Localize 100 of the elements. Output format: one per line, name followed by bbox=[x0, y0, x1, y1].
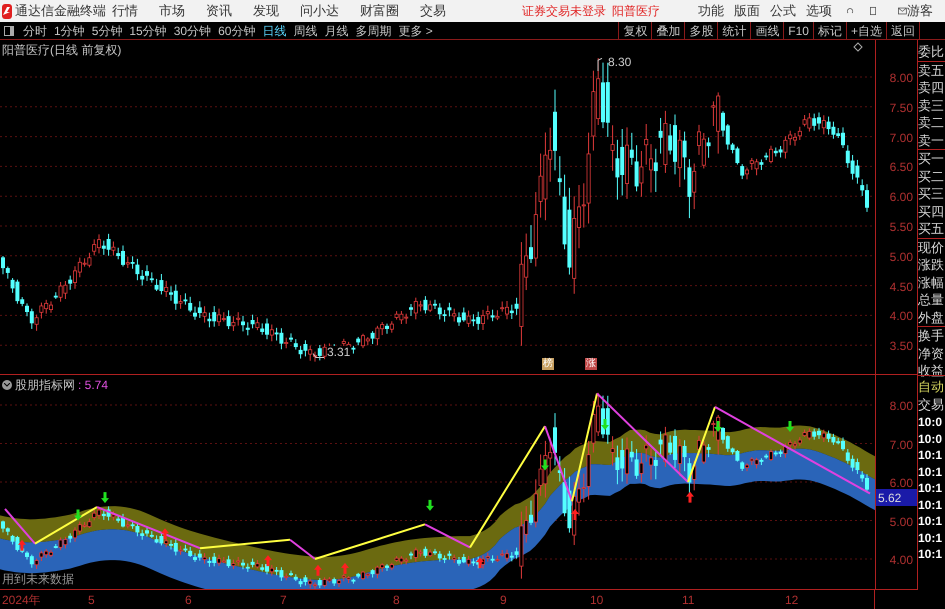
quote-label: 卖五 bbox=[918, 62, 945, 79]
trade-time: 10:1 bbox=[918, 496, 944, 513]
up-arrow-icon bbox=[314, 564, 322, 576]
menu-item[interactable]: 资讯 bbox=[206, 1, 232, 21]
trade-time: 10:1 bbox=[918, 546, 944, 562]
tool-menu[interactable]: 选项 bbox=[806, 1, 832, 21]
up-arrow-icon bbox=[341, 562, 349, 574]
axis-label: 8.00 bbox=[890, 398, 913, 415]
toolbar-button[interactable]: F10 bbox=[783, 22, 813, 39]
date-label: 11 bbox=[682, 592, 694, 609]
date-label: 9 bbox=[500, 592, 507, 609]
toolbar-button[interactable]: 统计 bbox=[717, 22, 750, 39]
tool-menu[interactable]: 版面 bbox=[734, 1, 760, 21]
event-marker[interactable]: 涨 bbox=[585, 358, 597, 370]
trade-time: 10:1 bbox=[918, 447, 944, 464]
menu-item[interactable]: 发现 bbox=[253, 1, 280, 21]
trade-time: 10:1 bbox=[918, 513, 944, 530]
quote-label: 涨跌 bbox=[918, 256, 945, 274]
quote-label: 买一 bbox=[918, 150, 945, 168]
date-label: 2024年 bbox=[2, 592, 41, 609]
leader-line bbox=[312, 353, 324, 358]
tool-menu[interactable]: 公式 bbox=[770, 1, 796, 21]
tool-menu[interactable]: 功能 bbox=[698, 1, 724, 21]
period-tab[interactable]: 日线 bbox=[262, 22, 286, 40]
axis-label: 7.50 bbox=[890, 100, 913, 117]
axis-label: 5.00 bbox=[890, 514, 913, 530]
trade-time: 10:1 bbox=[918, 464, 944, 480]
quote-label: 卖二 bbox=[918, 114, 945, 132]
period-tab[interactable]: 15分钟 bbox=[129, 22, 167, 40]
trade-time: 10:1 bbox=[918, 530, 944, 546]
axis-label: 8.00 bbox=[890, 70, 913, 87]
down-arrow-icon bbox=[786, 420, 794, 432]
period-tab[interactable]: 多周期 bbox=[355, 22, 392, 40]
menu-item[interactable]: 行情 bbox=[112, 1, 138, 21]
period-tab[interactable]: 5分钟 bbox=[92, 22, 122, 40]
date-label: 12 bbox=[785, 592, 798, 609]
up-arrow-icon bbox=[264, 555, 272, 566]
period-tab[interactable]: 周线 bbox=[293, 22, 318, 40]
up-arrow-icon bbox=[571, 508, 579, 520]
quote-label: 买二 bbox=[918, 168, 945, 185]
axis-label: 6.50 bbox=[890, 159, 913, 176]
menu-item[interactable]: 问小达 bbox=[300, 1, 340, 21]
toolbar-button[interactable]: 多股 bbox=[684, 22, 718, 39]
quote-label: 外盘 bbox=[918, 308, 945, 326]
high-price-label: 8.30 bbox=[608, 54, 632, 71]
toolbar-button[interactable]: 返回 bbox=[886, 22, 919, 39]
app-title: 通达信金融终端 bbox=[15, 2, 106, 20]
panel-toggle-icon[interactable] bbox=[4, 26, 14, 36]
quote-label: 卖三 bbox=[918, 96, 945, 114]
period-tab[interactable]: 分时 bbox=[23, 22, 47, 40]
indicator-name: 股朋指标网 bbox=[15, 377, 75, 394]
quote-label: 卖四 bbox=[918, 79, 945, 96]
user-label[interactable]: 游客 bbox=[907, 1, 933, 21]
menu-item[interactable]: 交易 bbox=[420, 1, 446, 21]
auto-label[interactable]: 自动 bbox=[918, 378, 945, 396]
quote-label: 总量 bbox=[918, 291, 945, 308]
quote-label: 买三 bbox=[918, 185, 945, 202]
axis-label: 4.00 bbox=[890, 552, 913, 569]
indicator-value: : 5.74 bbox=[78, 377, 108, 394]
down-arrow-icon bbox=[714, 420, 722, 432]
stock-name: 阳普医疗 bbox=[612, 3, 660, 20]
date-label: 7 bbox=[280, 592, 287, 609]
toolbar-button[interactable]: 复权 bbox=[618, 22, 652, 39]
down-arrow-icon bbox=[101, 492, 109, 504]
date-label: 5 bbox=[88, 592, 95, 609]
trade-time: 10:0 bbox=[918, 414, 944, 430]
down-arrow-icon bbox=[601, 419, 609, 430]
chevron-icon[interactable] bbox=[2, 380, 12, 390]
toolbar-button[interactable]: 标记 bbox=[812, 22, 846, 39]
mail-icon[interactable] bbox=[898, 6, 907, 16]
trade-label: 交易 bbox=[918, 396, 945, 414]
period-tab[interactable]: 1分钟 bbox=[54, 22, 85, 40]
down-arrow-icon bbox=[74, 510, 82, 520]
quote-label: 委比 bbox=[918, 43, 945, 60]
period-tab[interactable]: 30分钟 bbox=[174, 22, 212, 40]
toolbar-button[interactable]: 画线 bbox=[750, 22, 784, 39]
period-tab[interactable]: 更多 > bbox=[398, 22, 433, 40]
axis-label: 5.50 bbox=[890, 219, 913, 236]
quote-label: 净资 bbox=[918, 344, 945, 362]
up-arrow-icon bbox=[161, 528, 169, 540]
diamond-icon[interactable] bbox=[853, 42, 863, 52]
logo-icon bbox=[2, 4, 12, 18]
date-label: 10 bbox=[590, 592, 604, 609]
quote-label: 买五 bbox=[918, 220, 945, 238]
menu-item[interactable]: 财富圈 bbox=[360, 1, 400, 21]
period-tab[interactable]: 60分钟 bbox=[218, 22, 256, 40]
up-arrow-icon bbox=[476, 557, 484, 568]
up-arrow-icon bbox=[686, 492, 694, 503]
toolbar-button[interactable]: 叠加 bbox=[651, 22, 684, 39]
quote-label: 换手 bbox=[918, 327, 945, 344]
price-tag: 5.62 bbox=[876, 489, 917, 506]
axis-label: 5.00 bbox=[890, 248, 913, 266]
quote-label: 涨幅 bbox=[918, 274, 945, 291]
toolbar-button[interactable]: +自选 bbox=[846, 22, 886, 39]
quote-label: 现价 bbox=[918, 238, 945, 256]
leader-line bbox=[598, 58, 602, 72]
axis-label: 7.00 bbox=[890, 130, 913, 147]
menu-item[interactable]: 市场 bbox=[159, 1, 186, 21]
period-tab[interactable]: 月线 bbox=[324, 22, 348, 40]
axis-label: 6.00 bbox=[890, 475, 913, 492]
